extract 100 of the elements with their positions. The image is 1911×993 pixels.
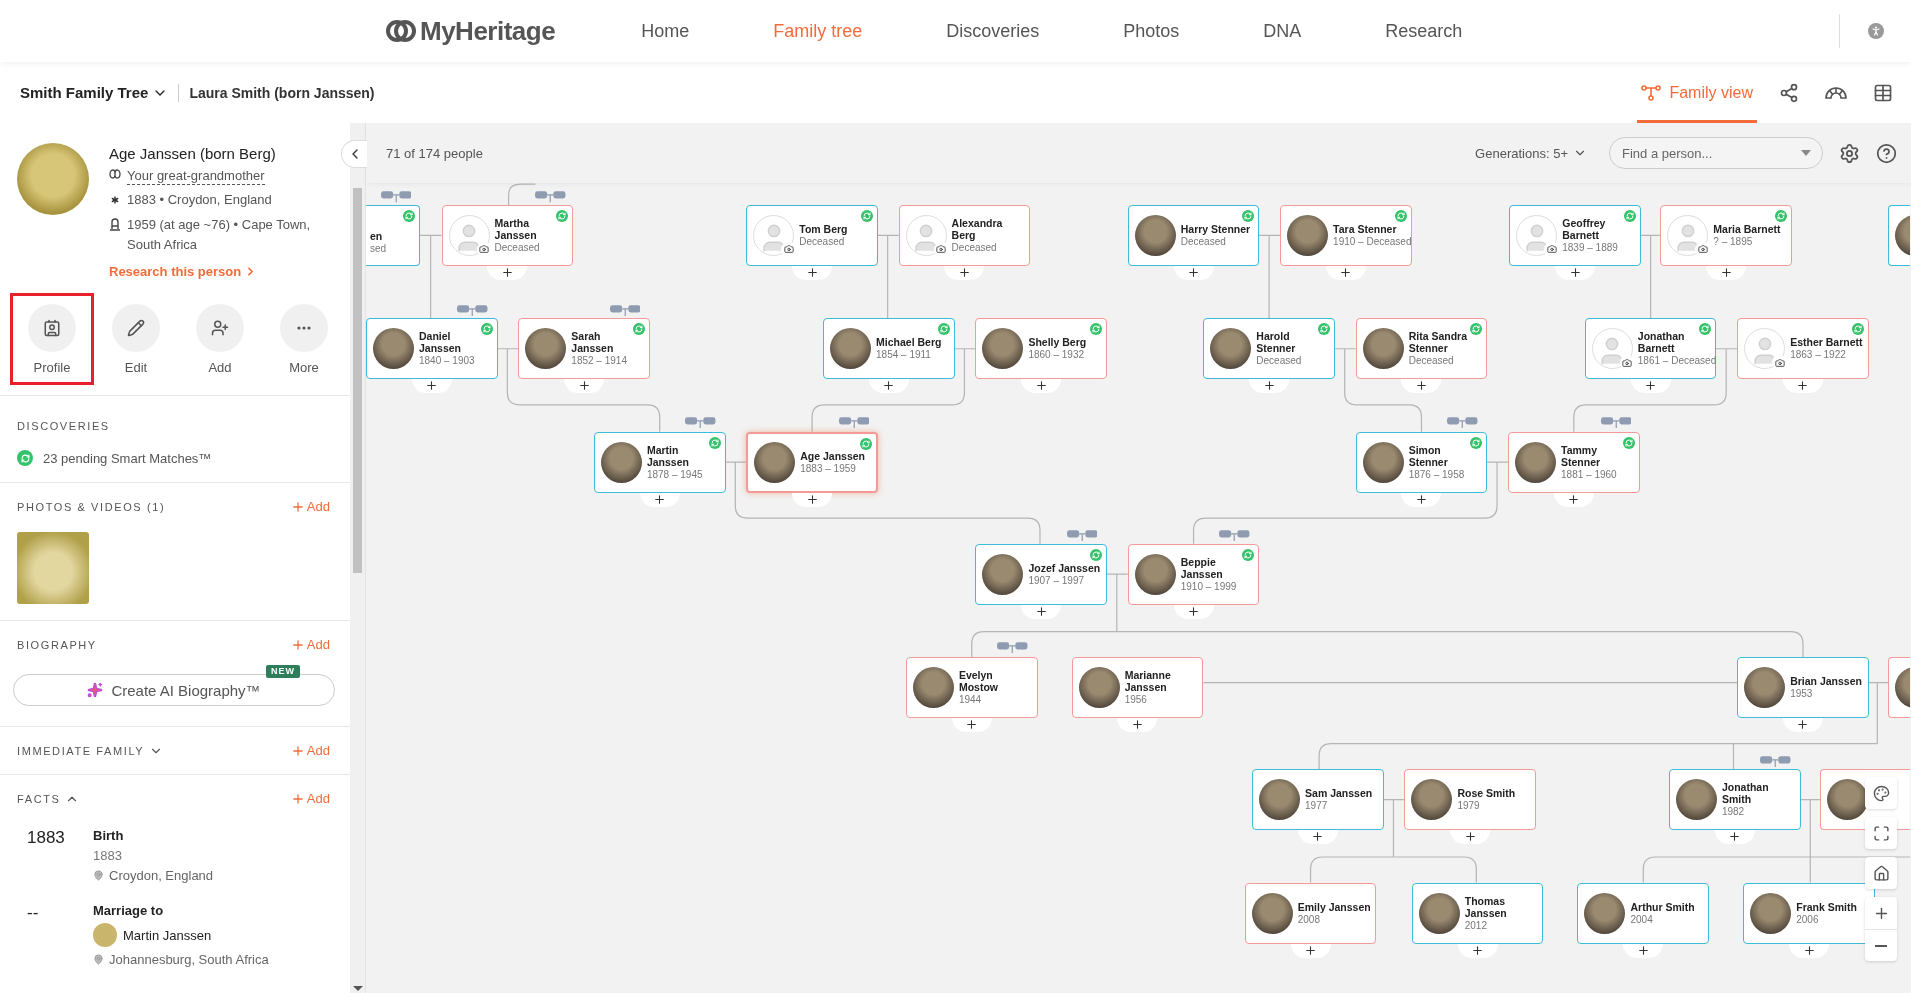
person-name: Jonathan Barnett [1637, 330, 1686, 355]
person-card[interactable]: Esther Barnett 1863 – 1922 [1737, 318, 1869, 380]
fullscreen-button[interactable] [1865, 817, 1897, 849]
plus-icon [1304, 943, 1318, 957]
person-card[interactable] [1888, 657, 1911, 719]
spouse-link-icon[interactable] [1447, 415, 1478, 428]
spouse-link-icon[interactable] [1600, 415, 1632, 428]
spouse-link-icon[interactable] [1066, 529, 1098, 542]
person-card[interactable]: Martha Janssen Deceased [441, 204, 574, 266]
person-card[interactable]: Jonathan Smith 1982 [1668, 769, 1801, 831]
fan-chart-icon[interactable] [1825, 84, 1847, 101]
person-card[interactable]: Alexandra Berg Deceased [898, 204, 1031, 266]
scrollbar[interactable] [350, 123, 365, 993]
person-card[interactable]: Harry Stenner Deceased [1127, 204, 1260, 266]
add-relative-button[interactable] [1401, 379, 1442, 394]
person-name: Maria Barnett [1713, 222, 1782, 235]
generations-dropdown[interactable]: Generations: 5+ [1469, 144, 1593, 162]
nav-link[interactable]: Research [1385, 20, 1463, 42]
spouse-link-icon[interactable] [685, 415, 716, 428]
add-relative-button[interactable] [1249, 379, 1290, 394]
spouse-link-icon[interactable] [380, 190, 412, 203]
spouse-link-icon[interactable] [838, 415, 870, 428]
person-card[interactable]: Geoffrey Barnett 1839 – 1889 [1509, 204, 1641, 266]
person-card[interactable]: Marianne Janssen 1956 [1071, 657, 1204, 719]
person-card[interactable]: Tom Berg Deceased [746, 204, 878, 266]
spouse-link-icon[interactable] [1760, 754, 1791, 767]
person-card[interactable]: Beppie Janssen 1910 – 1999 [1127, 543, 1260, 605]
spouse-link-icon[interactable] [997, 641, 1028, 654]
person-card[interactable]: Michael Berg 1854 – 1911 [823, 318, 955, 380]
person-card[interactable]: Age Janssen 1883 – 1959 [746, 431, 878, 493]
spouse-name[interactable]: Martin Janssen [123, 927, 212, 943]
home-button[interactable] [1865, 857, 1897, 889]
person-card[interactable]: Tara Stenner 1910 – Deceased [1280, 204, 1412, 266]
person-card[interactable]: Shelly Berg 1860 – 1932 [975, 318, 1107, 380]
spouse-link-icon[interactable] [1219, 529, 1250, 542]
nav-link[interactable]: DNA [1263, 20, 1302, 42]
add-relative-button[interactable] [868, 379, 909, 394]
person-card[interactable]: Thomas Janssen 2012 [1411, 882, 1544, 944]
section-toggle[interactable]: IMMEDIATE FAMILY [17, 743, 164, 758]
action-button[interactable]: More [262, 293, 346, 385]
fullscreen-icon [1872, 824, 1890, 842]
person-card[interactable]: Evelyn Mostow 1944 [905, 657, 1038, 719]
add-relative-button[interactable] [411, 379, 452, 394]
refresh-icon [404, 211, 413, 220]
person-card[interactable]: Rita Sandra Stenner Deceased [1355, 318, 1488, 380]
tree-selector[interactable]: Smith Family Tree [20, 62, 169, 123]
add-relative-button[interactable] [1117, 718, 1158, 733]
action-button[interactable]: Edit [94, 293, 178, 385]
logo[interactable]: MyHeritage [386, 15, 556, 47]
nav-link[interactable]: Photos [1123, 20, 1180, 42]
help-button[interactable] [1876, 142, 1897, 164]
person-card[interactable]: en sed [366, 204, 420, 266]
person-card[interactable]: Tammy Stenner 1881 – 1960 [1508, 431, 1640, 493]
person-name: Michael Berg [876, 336, 943, 349]
nav-link[interactable]: Discoveries [946, 20, 1040, 42]
person-name: Emily Janssen [1297, 900, 1372, 913]
find-person-field[interactable]: Find a person... [1609, 137, 1823, 169]
table-icon[interactable] [1873, 82, 1893, 103]
accessibility-button[interactable] [1867, 23, 1884, 39]
section-toggle[interactable]: FACTS [17, 791, 80, 806]
spouse-link-icon[interactable] [535, 190, 566, 203]
person-card[interactable]: Harold Stenner Deceased [1203, 318, 1335, 380]
palette-button[interactable] [1865, 777, 1897, 809]
add-relative-button[interactable] [564, 379, 605, 394]
person-card[interactable]: Arthur Smith 2004 [1577, 882, 1710, 944]
pedigree-icon[interactable] [1779, 82, 1799, 103]
person-card[interactable]: Emily Janssen 2008 [1244, 882, 1377, 944]
plus-icon [1471, 943, 1485, 957]
collapse-panel-button[interactable] [341, 140, 367, 168]
action-button[interactable]: Add [178, 293, 262, 385]
person-card[interactable]: Sam Janssen 1977 [1252, 769, 1384, 831]
spouse-link-icon[interactable] [457, 303, 488, 316]
add-relative-button[interactable] [1714, 830, 1755, 845]
add-relative-button[interactable] [1021, 379, 1062, 394]
add-relative-button[interactable] [1782, 718, 1823, 733]
person-card[interactable]: Jozef Janssen 1907 – 1997 [975, 543, 1107, 605]
person-card[interactable]: Frank Smith 2006 [1743, 882, 1875, 944]
add-relative-button[interactable] [1630, 379, 1671, 394]
create-biography-button[interactable]: Create AI Biography™ [13, 674, 335, 706]
settings-button[interactable] [1839, 142, 1860, 164]
relationship-link[interactable]: Your great-grandmother [127, 168, 265, 185]
person-card[interactable]: Brian Janssen 1953 [1737, 657, 1869, 719]
person-card[interactable]: Simon Stenner 1876 – 1958 [1355, 431, 1488, 493]
person-card[interactable]: Sarah Janssen 1852 – 1914 [518, 318, 650, 380]
add-relative-button[interactable] [1297, 830, 1338, 845]
person-card[interactable]: Maria Barnett ? – 1895 [1660, 204, 1792, 266]
person-card[interactable]: Martin Janssen 1878 – 1945 [593, 431, 726, 493]
person-card[interactable]: Daniel Janssen 1840 – 1903 [366, 318, 498, 380]
smart-matches-link[interactable]: 23 pending Smart Matches™ [43, 450, 212, 466]
action-button[interactable]: Profile [10, 293, 94, 385]
add-relative-button[interactable] [1450, 830, 1491, 845]
person-card[interactable] [1888, 204, 1911, 266]
add-relative-button[interactable] [951, 718, 992, 733]
plus-icon [1802, 943, 1816, 957]
person-card[interactable]: Rose Smith 1979 [1404, 769, 1537, 831]
person-dates: 1953 [1790, 687, 1814, 701]
nav-link[interactable]: Home [641, 20, 690, 42]
spouse-link-icon[interactable] [609, 303, 641, 316]
add-relative-button[interactable] [1782, 379, 1823, 394]
home-person-name[interactable]: Laura Smith (born Janssen) [189, 84, 375, 101]
